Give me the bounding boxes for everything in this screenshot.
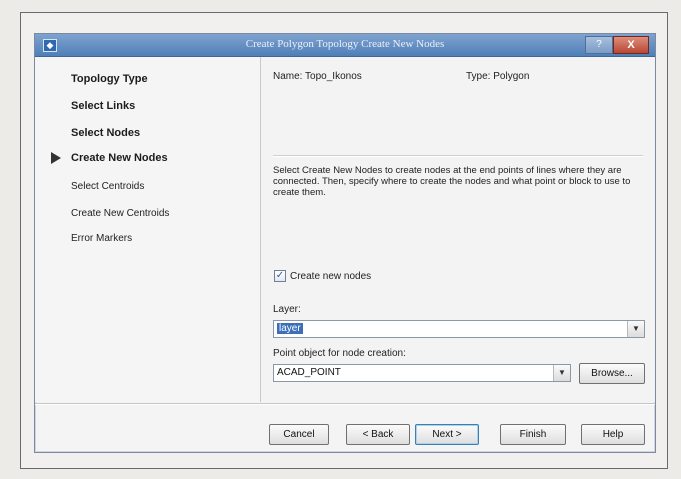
topology-name: Name: Topo_Ikonos [273, 71, 362, 82]
window-title: Create Polygon Topology Create New Nodes [245, 38, 445, 50]
close-button[interactable]: X [613, 36, 649, 54]
content-panel: Name: Topo_Ikonos Type: Polygon Select C… [261, 57, 655, 402]
create-new-nodes-checkbox[interactable]: ✓ [274, 270, 286, 282]
current-step-arrow-icon [51, 152, 61, 164]
point-object-value: ACAD_POINT [277, 367, 341, 378]
chevron-down-icon[interactable]: ▼ [553, 365, 570, 381]
step-select-links[interactable]: Select Links [71, 100, 135, 112]
chevron-down-icon[interactable]: ▼ [627, 321, 644, 337]
point-object-label: Point object for node creation: [273, 348, 406, 359]
step-topology-type[interactable]: Topology Type [71, 73, 148, 85]
step-error-markers[interactable]: Error Markers [71, 233, 132, 244]
steps-panel: Topology Type Select Links Select Nodes … [35, 57, 261, 402]
layer-dropdown[interactable]: layer ▼ [273, 320, 645, 338]
next-button[interactable]: Next > [415, 424, 479, 445]
create-new-nodes-label[interactable]: Create new nodes [290, 271, 371, 282]
help-title-button[interactable]: ? [585, 36, 613, 54]
finish-button[interactable]: Finish [500, 424, 566, 445]
layer-value: layer [277, 323, 303, 334]
topology-type: Type: Polygon [466, 71, 530, 82]
section-divider [273, 155, 643, 157]
step-select-nodes[interactable]: Select Nodes [71, 127, 140, 139]
step-select-centroids[interactable]: Select Centroids [71, 181, 144, 192]
point-object-dropdown[interactable]: ACAD_POINT ▼ [273, 364, 571, 382]
step-description: Select Create New Nodes to create nodes … [273, 165, 631, 198]
wizard-dialog: ◆ Create Polygon Topology Create New Nod… [34, 33, 656, 453]
browse-button[interactable]: Browse... [579, 363, 645, 384]
footer-divider [35, 403, 655, 405]
title-bar[interactable]: ◆ Create Polygon Topology Create New Nod… [35, 34, 655, 57]
cancel-button[interactable]: Cancel [269, 424, 329, 445]
back-button[interactable]: < Back [346, 424, 410, 445]
help-button[interactable]: Help [581, 424, 645, 445]
layer-label: Layer: [273, 304, 301, 315]
step-create-new-nodes[interactable]: Create New Nodes [71, 152, 168, 164]
step-create-new-centroids[interactable]: Create New Centroids [71, 208, 169, 219]
